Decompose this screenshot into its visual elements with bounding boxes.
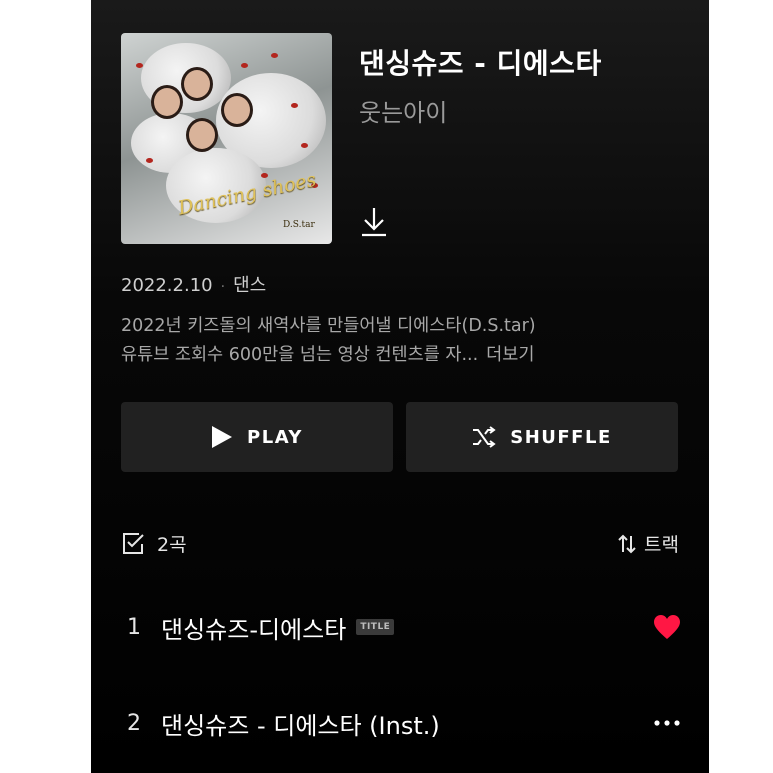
album-artist[interactable]: 웃는아이 <box>359 93 447 128</box>
cover-petal <box>241 63 248 68</box>
sort-label: 트랙 <box>644 534 679 556</box>
sort-icon <box>618 534 636 553</box>
description-line-2-wrap: 유튜브 조회수 600만을 넘는 영상 컨텐츠를 자... 더보기 <box>121 341 681 370</box>
cover-subtitle: D.S.tar <box>283 220 315 230</box>
description-line-2: 유튜브 조회수 600만을 넘는 영상 컨텐츠를 자... <box>121 345 479 365</box>
more-horizontal-icon <box>654 720 680 726</box>
download-button[interactable] <box>359 206 389 238</box>
cover-face <box>221 93 253 127</box>
checkbox-icon <box>123 532 144 554</box>
album-meta: 2022.2.10 · 댄스 <box>121 271 266 297</box>
cover-petal <box>301 143 308 148</box>
like-button[interactable] <box>653 597 681 657</box>
album-title: 댄싱슈즈 - 디에스타 <box>359 47 602 80</box>
track-number: 2 <box>127 710 141 736</box>
cover-petal <box>291 103 298 108</box>
more-link[interactable]: 더보기 <box>486 345 534 365</box>
album-description: 2022년 키즈돌의 새역사를 만들어낼 디에스타(D.S.tar) 유튜브 조… <box>121 312 681 370</box>
cover-face <box>151 85 183 119</box>
cover-petal <box>271 53 278 58</box>
title-badge: TITLE <box>356 619 395 635</box>
cover-petal <box>146 158 153 163</box>
genre: 댄스 <box>233 275 267 296</box>
description-line-1: 2022년 키즈돌의 새역사를 만들어낼 디에스타(D.S.tar) <box>121 316 536 336</box>
play-icon <box>212 426 233 448</box>
album-page: Dancing shoes D.S.tar 댄싱슈즈 - 디에스타 웃는아이 2… <box>91 0 709 773</box>
cover-petal <box>136 63 143 68</box>
play-label: PLAY <box>247 426 303 448</box>
more-options-button[interactable] <box>653 693 681 753</box>
download-icon <box>362 208 386 237</box>
select-all-toggle[interactable]: 2곡 <box>121 530 187 557</box>
track-row[interactable]: 2 댄싱슈즈 - 디에스타 (Inst.) <box>121 693 681 753</box>
shuffle-icon <box>473 426 496 448</box>
track-title: 댄싱슈즈-디에스타 <box>161 615 347 644</box>
shuffle-label: SHUFFLE <box>510 426 612 448</box>
heart-icon <box>654 615 680 639</box>
cover-face <box>181 67 213 101</box>
sort-button[interactable]: 트랙 <box>616 530 679 557</box>
meta-separator: · <box>220 279 226 295</box>
cover-face <box>186 118 218 152</box>
track-title: 댄싱슈즈 - 디에스타 (Inst.) <box>161 711 440 740</box>
track-row[interactable]: 1 댄싱슈즈-디에스타 TITLE <box>121 597 681 657</box>
cover-petal <box>261 173 268 178</box>
release-date: 2022.2.10 <box>121 275 213 296</box>
play-button[interactable]: PLAY <box>121 402 393 472</box>
track-number: 1 <box>127 614 141 640</box>
album-cover[interactable]: Dancing shoes D.S.tar <box>121 33 332 244</box>
shuffle-button[interactable]: SHUFFLE <box>406 402 678 472</box>
track-count: 2곡 <box>157 534 187 556</box>
